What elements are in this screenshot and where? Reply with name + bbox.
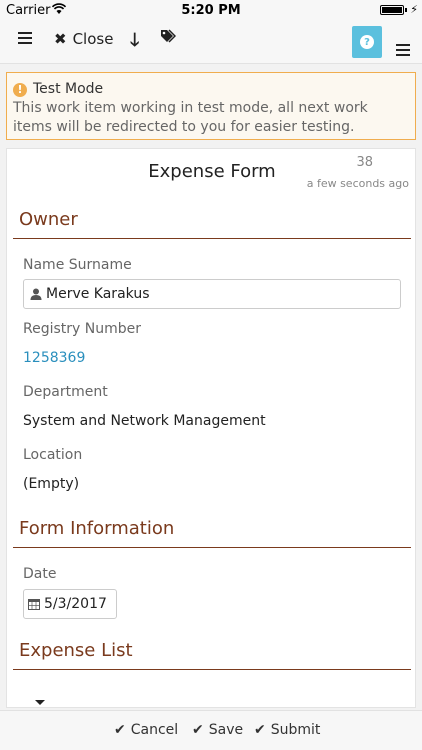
more-menu-icon[interactable] bbox=[396, 44, 410, 56]
location-value: (Empty) bbox=[23, 476, 80, 492]
form-information-section: Form Information bbox=[13, 518, 411, 548]
warning-circle-icon: ! bbox=[13, 82, 27, 97]
location-label: Location bbox=[23, 447, 83, 463]
registry-number-link[interactable]: 1258369 bbox=[23, 350, 85, 366]
cancel-button[interactable]: ✔ Cancel bbox=[114, 722, 178, 738]
submit-button[interactable]: ✔ Submit bbox=[254, 722, 320, 738]
alert-title: Test Mode bbox=[33, 81, 104, 97]
date-field[interactable]: 5/3/2017 bbox=[23, 589, 117, 619]
department-value: System and Network Management bbox=[23, 413, 266, 429]
close-button[interactable]: ✖ Close bbox=[54, 30, 113, 48]
test-mode-alert: ! Test Mode This work item working in te… bbox=[6, 72, 416, 140]
tags-icon[interactable] bbox=[160, 28, 177, 47]
owner-section: Owner bbox=[13, 209, 411, 239]
form-information-heading: Form Information bbox=[13, 518, 411, 548]
expense-list-heading: Expense List bbox=[13, 640, 411, 670]
check-icon: ✔ bbox=[192, 722, 204, 738]
submit-label: Submit bbox=[270, 722, 321, 738]
cancel-label: Cancel bbox=[130, 722, 179, 738]
alert-message: This work item working in test mode, all… bbox=[13, 100, 368, 135]
toolbar: ✖ Close 🡓 ? bbox=[0, 20, 422, 64]
owner-heading: Owner bbox=[13, 209, 411, 239]
save-button[interactable]: ✔ Save bbox=[192, 722, 243, 738]
menu-hamburger-icon[interactable] bbox=[18, 32, 32, 44]
bottom-action-bar: ✔ Cancel ✔ Save ✔ Submit bbox=[0, 710, 422, 750]
battery-cap bbox=[405, 8, 407, 12]
status-bar: Carrier 5:20 PM ⚡ bbox=[0, 0, 422, 20]
battery-icon bbox=[380, 5, 404, 15]
form-number: 38 bbox=[356, 155, 373, 170]
name-surname-label: Name Surname bbox=[23, 257, 132, 273]
charging-bolt-icon: ⚡ bbox=[410, 3, 418, 16]
name-surname-value: Merve Karakus bbox=[46, 286, 150, 302]
expand-caret-icon[interactable] bbox=[35, 700, 45, 705]
close-label: Close bbox=[72, 30, 114, 48]
name-surname-field[interactable]: Merve Karakus bbox=[23, 279, 401, 309]
calendar-icon bbox=[28, 599, 40, 610]
user-icon bbox=[30, 288, 42, 300]
status-time: 5:20 PM bbox=[181, 3, 241, 18]
registry-number-label: Registry Number bbox=[23, 321, 142, 337]
department-label: Department bbox=[23, 384, 108, 400]
check-icon: ✔ bbox=[114, 722, 126, 738]
expense-list-section: Expense List bbox=[13, 640, 411, 670]
expense-form-card: Expense Form 38 a few seconds ago Owner … bbox=[6, 148, 416, 708]
help-button[interactable]: ? bbox=[352, 26, 382, 58]
save-label: Save bbox=[208, 722, 244, 738]
check-icon: ✔ bbox=[254, 722, 266, 738]
close-x-icon: ✖ bbox=[54, 30, 67, 48]
form-timestamp: a few seconds ago bbox=[306, 177, 409, 190]
date-value: 5/3/2017 bbox=[44, 596, 107, 612]
arrow-down-icon[interactable]: 🡓 bbox=[130, 28, 139, 58]
date-label: Date bbox=[23, 566, 57, 582]
question-circle-icon: ? bbox=[360, 35, 374, 49]
